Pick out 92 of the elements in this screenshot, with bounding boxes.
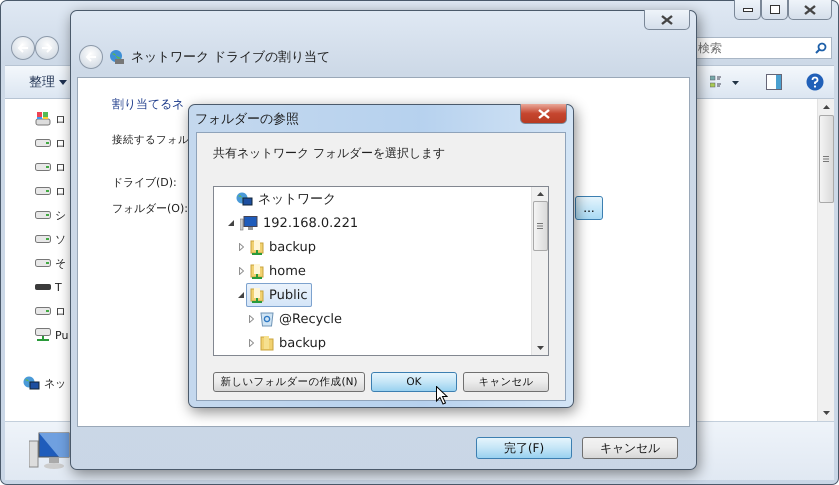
caret-icon — [59, 80, 67, 84]
folder-label: フォルダー(O): — [112, 200, 188, 216]
close-button[interactable] — [644, 10, 690, 30]
scrollbar[interactable] — [817, 99, 834, 421]
close-button[interactable] — [788, 0, 832, 20]
maximize-button[interactable] — [761, 0, 788, 20]
scroll-thumb[interactable] — [818, 115, 834, 203]
shared-folder-icon — [250, 238, 264, 256]
close-icon — [661, 14, 673, 24]
tree-item[interactable]: backup — [256, 331, 331, 355]
forward-arrow-icon — [41, 43, 53, 53]
view-options-icon[interactable] — [710, 75, 740, 89]
drive-label: ドライブ(D): — [112, 175, 177, 190]
tree-item[interactable]: Public — [246, 283, 312, 307]
dialog-button[interactable]: キャンセル — [463, 372, 549, 392]
network-drive-icon — [35, 327, 51, 343]
intro-text: 接続するフォル — [112, 133, 189, 147]
tree-item[interactable]: @Recycle — [256, 307, 348, 331]
minimize-button[interactable] — [734, 0, 761, 20]
browse-button[interactable]: ... — [575, 196, 603, 220]
close-icon — [538, 108, 550, 118]
window-title: ネットワーク ドライブの割り当て — [131, 49, 330, 66]
folder-icon — [260, 335, 274, 351]
back-arrow-icon — [85, 52, 97, 62]
scroll-thumb[interactable] — [532, 201, 548, 251]
back-button[interactable] — [79, 45, 103, 69]
shared-folder-icon — [250, 262, 264, 280]
tree-item[interactable]: ネットワーク — [232, 187, 341, 211]
prompt-text: 共有ネットワーク フォルダーを選択します — [213, 145, 446, 162]
drive-icon — [35, 307, 51, 315]
scroll-down-icon — [536, 346, 544, 350]
sidebar-item[interactable]: そ — [55, 256, 66, 270]
drive-icon — [35, 139, 51, 147]
sidebar-item[interactable]: Pu — [55, 328, 68, 342]
scroll-up-icon — [822, 105, 830, 109]
minimize-icon — [742, 8, 752, 12]
close-icon — [804, 4, 816, 14]
search-icon — [815, 42, 827, 54]
tree-item[interactable]: home — [246, 259, 311, 283]
drive-icon — [35, 187, 51, 195]
sidebar-item[interactable]: シ — [55, 208, 66, 222]
preview-pane-icon[interactable] — [766, 74, 782, 90]
close-button[interactable] — [520, 104, 567, 124]
drive-icon — [35, 235, 51, 243]
computer-icon — [29, 431, 71, 471]
shared-folder-icon — [250, 286, 264, 304]
folder-tree[interactable]: ネットワーク 192.168.0.221 backup home Public @Recycle backup — [213, 186, 549, 356]
sidebar-item[interactable]: ソ — [55, 232, 66, 246]
dialog-button[interactable]: 完了(F) — [476, 437, 572, 459]
network-drive-icon — [109, 49, 125, 65]
system-drive-icon — [35, 111, 51, 127]
computer-icon — [240, 216, 258, 230]
drive-icon — [35, 211, 51, 219]
network-globe-icon — [23, 376, 40, 390]
collapsed-arrow-icon[interactable] — [238, 267, 244, 275]
sidebar-item[interactable]: T — [55, 280, 62, 294]
network-globe-icon — [236, 192, 253, 206]
mouse-pointer-icon — [436, 386, 448, 405]
help-icon[interactable] — [806, 73, 824, 91]
drive-icon — [35, 259, 51, 267]
scrollbar[interactable] — [531, 187, 548, 355]
sidebar-item[interactable]: ロ — [55, 184, 66, 198]
scroll-down-icon — [822, 411, 830, 415]
collapsed-arrow-icon[interactable] — [248, 339, 254, 347]
organize-menu[interactable]: 整理 — [29, 73, 67, 91]
optical-drive-icon — [35, 284, 51, 290]
search-field[interactable]: 検索 — [694, 37, 832, 59]
tree-item[interactable]: 192.168.0.221 — [236, 211, 364, 235]
dialog-button[interactable]: OK — [371, 372, 457, 392]
expanded-arrow-icon[interactable] — [228, 220, 234, 226]
scroll-up-icon — [536, 192, 544, 196]
sidebar-item[interactable]: ロ — [55, 304, 66, 318]
sidebar-item[interactable]: ロ — [55, 112, 66, 126]
back-button[interactable] — [11, 36, 35, 60]
dialog-button[interactable]: 新しいフォルダーの作成(N) — [213, 372, 365, 392]
dialog-title: フォルダーの参照 — [195, 110, 299, 128]
grip-icon — [823, 156, 829, 162]
sidebar-item[interactable]: ロ — [55, 160, 66, 174]
sidebar-item[interactable]: ネッ — [44, 376, 66, 390]
dialog-button[interactable]: キャンセル — [582, 437, 678, 459]
forward-button[interactable] — [35, 36, 59, 60]
instruction-heading: 割り当てるネ — [112, 96, 184, 113]
tree-item[interactable]: backup — [246, 235, 321, 259]
back-arrow-icon — [17, 43, 29, 53]
collapsed-arrow-icon[interactable] — [238, 243, 244, 251]
collapsed-arrow-icon[interactable] — [248, 315, 254, 323]
sidebar-item[interactable]: ロ — [55, 136, 66, 150]
recycle-bin-icon — [260, 311, 274, 327]
drive-icon — [35, 163, 51, 171]
grip-icon — [537, 223, 543, 229]
maximize-icon — [770, 5, 780, 14]
expanded-arrow-icon[interactable] — [238, 292, 244, 298]
